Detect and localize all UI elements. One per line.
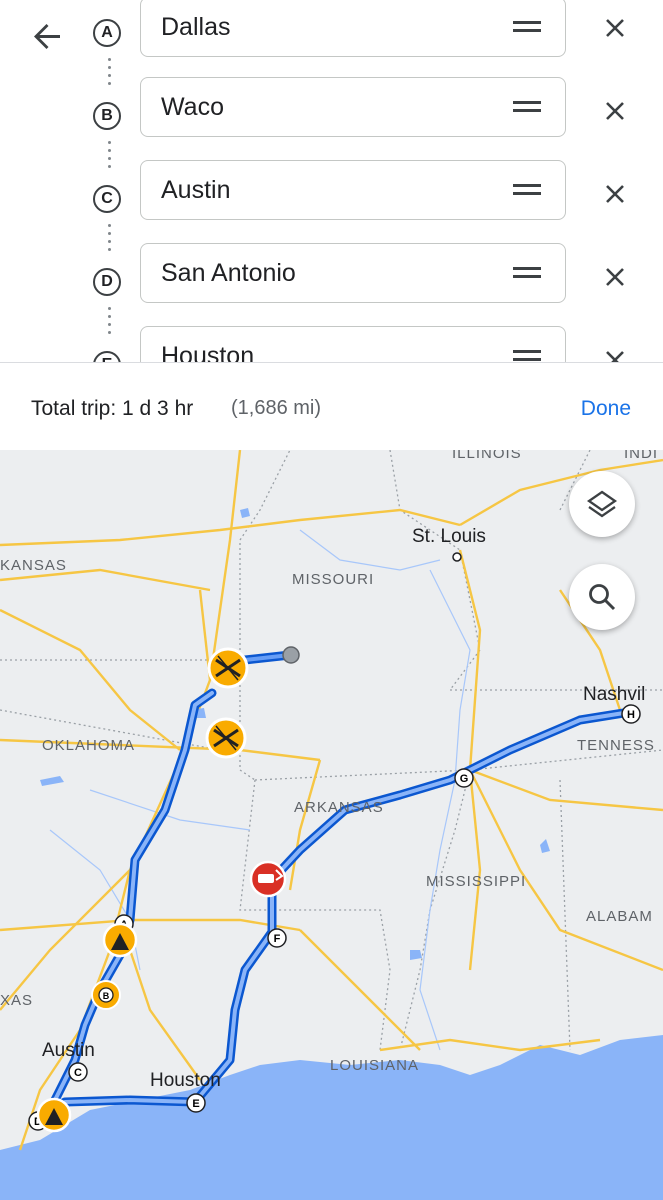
drag-handle-icon[interactable] xyxy=(513,19,541,35)
crash-icon xyxy=(249,860,287,898)
remove-stop-d-icon[interactable] xyxy=(603,265,627,289)
label-st-louis: St. Louis xyxy=(412,526,486,547)
drag-handle-icon[interactable] xyxy=(513,348,541,362)
stop-c-text: Austin xyxy=(161,176,231,204)
drag-handle-icon[interactable] xyxy=(513,265,541,281)
route-marker-g: G xyxy=(454,768,474,788)
route-marker-e: E xyxy=(186,1093,206,1113)
svg-text:H: H xyxy=(627,709,635,721)
route-marker-f: F xyxy=(267,928,287,948)
construction-icon xyxy=(102,922,138,958)
label-oklahoma: OKLAHOMA xyxy=(42,737,135,754)
drag-handle-icon[interactable] xyxy=(513,182,541,198)
total-trip-distance: (1,686 mi) xyxy=(231,397,322,419)
waypoint-list: A Dallas B Waco C Austin D San Antonio H… xyxy=(0,0,663,362)
construction-icon xyxy=(36,1097,72,1133)
stop-row-a: A Dallas xyxy=(0,0,663,70)
stop-field-a[interactable]: Dallas xyxy=(140,0,566,57)
stop-marker-e: E xyxy=(93,351,121,362)
search-icon xyxy=(589,584,616,611)
stop-field-e[interactable]: Houston xyxy=(140,326,566,362)
railroad-crossing-icon xyxy=(207,647,249,689)
map-canvas[interactable]: A C D E F G H B xyxy=(0,450,663,1200)
layers-icon xyxy=(586,490,618,518)
stop-b-text: Waco xyxy=(161,93,224,121)
label-texas: XAS xyxy=(0,992,33,1009)
remove-stop-a-icon[interactable] xyxy=(603,16,627,40)
svg-text:G: G xyxy=(460,773,469,785)
layers-button[interactable] xyxy=(569,471,635,537)
label-mississippi: MISSISSIPPI xyxy=(426,873,526,890)
stop-a-text: Dallas xyxy=(161,13,231,41)
label-louisiana: LOUISIANA xyxy=(330,1057,419,1074)
svg-text:F: F xyxy=(274,933,281,945)
svg-text:E: E xyxy=(192,1098,199,1110)
label-illinois: ILLINOIS xyxy=(452,450,522,462)
stop-field-d[interactable]: San Antonio xyxy=(140,243,566,303)
route-end-dot xyxy=(282,646,300,664)
remove-stop-c-icon[interactable] xyxy=(603,182,627,206)
label-arkansas: ARKANSAS xyxy=(294,799,384,816)
stop-row-b: B Waco xyxy=(0,77,663,153)
stop-marker-a: A xyxy=(93,19,121,47)
remove-stop-e-icon[interactable] xyxy=(603,348,627,362)
stop-field-c[interactable]: Austin xyxy=(140,160,566,220)
label-houston: Houston xyxy=(150,1070,221,1091)
stop-row-d: D San Antonio xyxy=(0,243,663,319)
stop-d-text: San Antonio xyxy=(161,259,296,287)
drag-handle-icon[interactable] xyxy=(513,99,541,115)
railroad-crossing-icon xyxy=(205,717,247,759)
total-trip-time: Total trip: 1 d 3 hr xyxy=(31,397,194,420)
stop-row-e: E Houston xyxy=(0,326,663,362)
label-tennessee: TENNESS xyxy=(577,737,655,754)
label-kansas: KANSAS xyxy=(0,557,67,574)
label-nashville: Nashvil xyxy=(583,684,645,705)
stop-e-text: Houston xyxy=(161,342,255,362)
done-button[interactable]: Done xyxy=(581,397,631,421)
route-line xyxy=(45,650,635,1115)
svg-text:C: C xyxy=(74,1067,82,1079)
remove-stop-b-icon[interactable] xyxy=(603,99,627,123)
stop-row-c: C Austin xyxy=(0,160,663,236)
st-louis-dot xyxy=(452,552,462,562)
stop-marker-b: B xyxy=(93,102,121,130)
stop-marker-d: D xyxy=(93,268,121,296)
search-button[interactable] xyxy=(569,564,635,630)
label-alabama: ALABAM xyxy=(586,908,653,925)
label-austin: Austin xyxy=(42,1040,95,1061)
label-missouri: MISSOURI xyxy=(292,571,374,588)
stop-field-b[interactable]: Waco xyxy=(140,77,566,137)
route-marker-b: B xyxy=(91,980,121,1010)
map-view[interactable]: A C D E F G H B xyxy=(0,450,663,1200)
label-indiana: INDI xyxy=(624,450,658,462)
stop-marker-c: C xyxy=(93,185,121,213)
trip-summary-bar: Total trip: 1 d 3 hr (1,686 mi) Done xyxy=(0,362,663,450)
route-marker-h: H xyxy=(621,704,641,724)
svg-text:B: B xyxy=(103,991,110,1001)
route-marker-c: C xyxy=(68,1062,88,1082)
